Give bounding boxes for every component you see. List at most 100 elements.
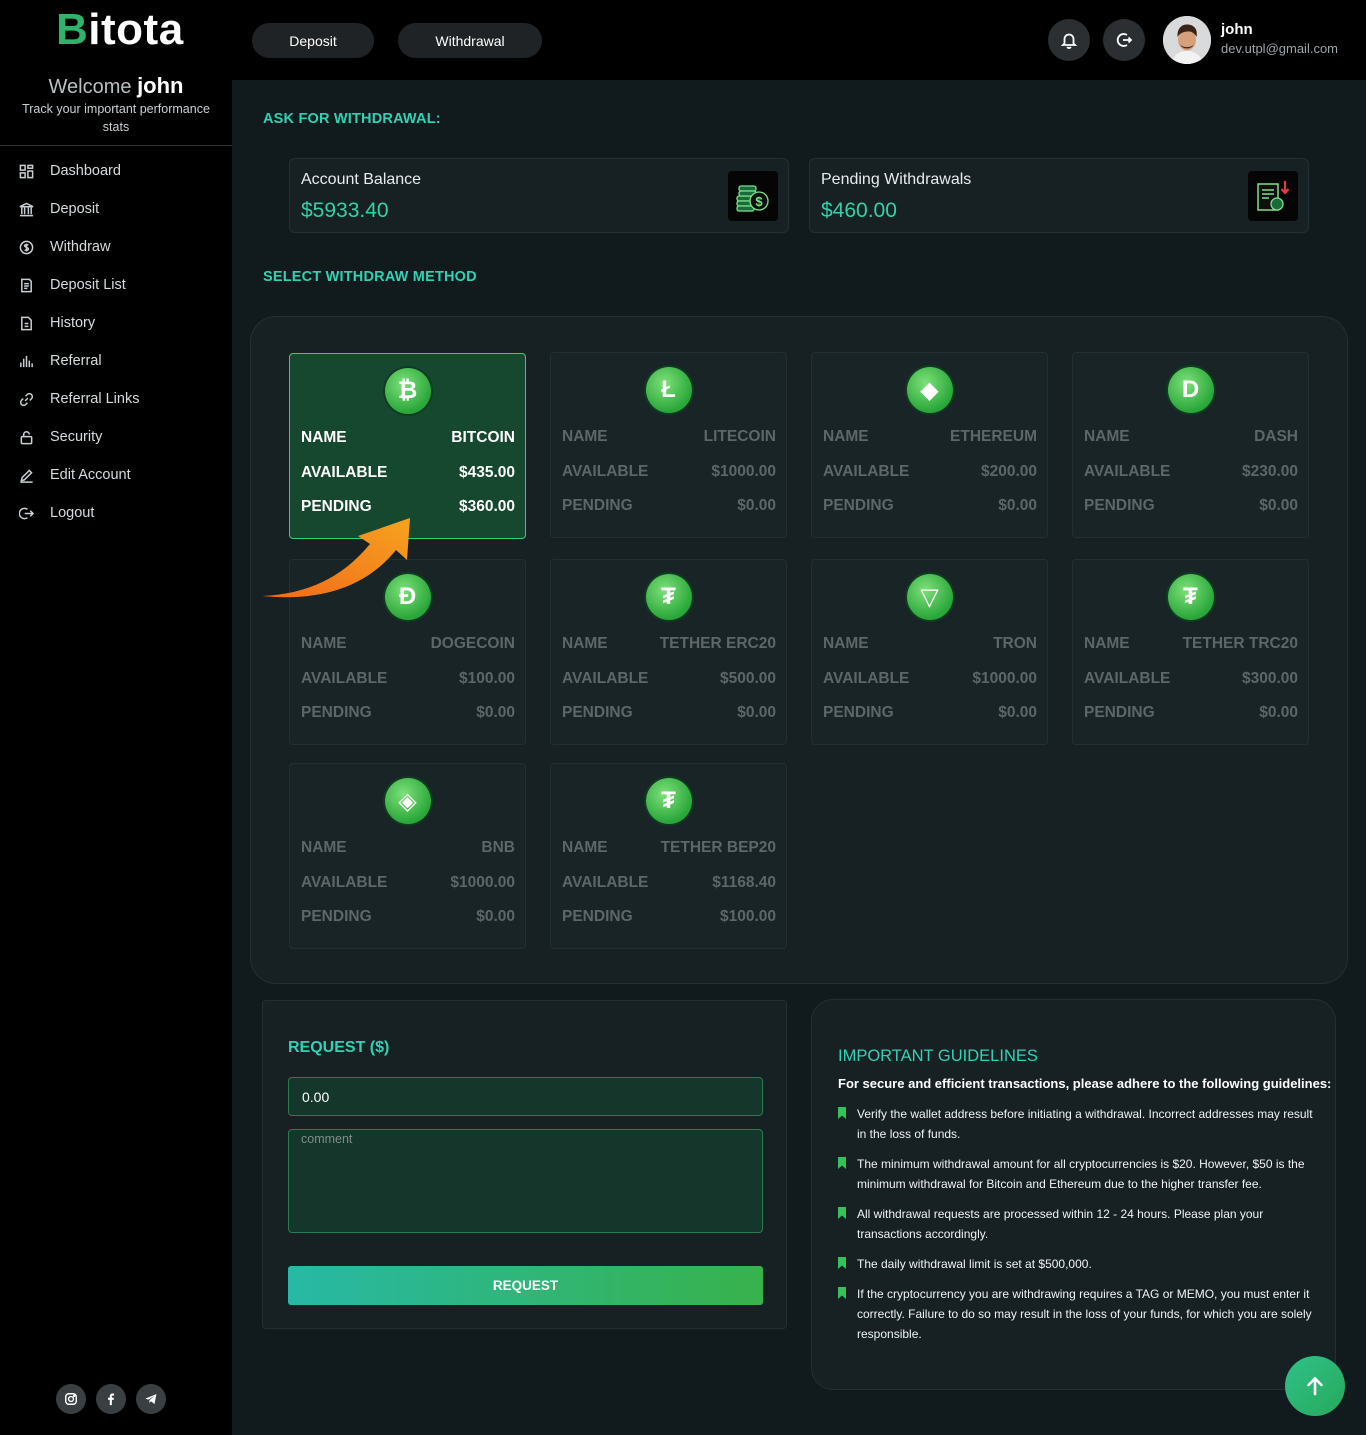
name-label: NAME	[823, 428, 869, 445]
name-label: NAME	[562, 839, 608, 856]
sidebar-item-label: Edit Account	[50, 467, 131, 483]
coin-available: $100.00	[458, 670, 515, 687]
coin-pending: $0.00	[476, 908, 515, 925]
coin-card-tether-erc20[interactable]: ₮ NAME TETHER ERC20 AVAILABLE $500.00 PEND…	[550, 559, 787, 745]
pending-receipt-icon	[1248, 171, 1298, 221]
coin-card-bnb[interactable]: ◈ NAME BNB AVAILABLE $1000.00 PENDING $0.00	[289, 763, 526, 949]
pending-label: PENDING	[301, 498, 372, 515]
sidebar-item-deposit[interactable]: Deposit	[0, 190, 232, 228]
logout-icon	[18, 505, 34, 521]
logout-icon	[1116, 33, 1133, 47]
notifications-button[interactable]	[1048, 19, 1090, 61]
sidebar-item-referral-links[interactable]: Referral Links	[0, 380, 232, 418]
guidelines-subtitle: For secure and efficient transactions, p…	[838, 1076, 1332, 1091]
top-bar: Deposit Withdrawal john dev.utpl@gmail.c…	[232, 0, 1366, 80]
tether-trc20-icon: ₮	[1167, 574, 1214, 620]
amount-input[interactable]: 0.00	[288, 1077, 763, 1116]
logout-button[interactable]	[1103, 19, 1145, 61]
request-button[interactable]: REQUEST	[288, 1266, 763, 1305]
ethereum-icon: ◆	[906, 367, 953, 413]
guidelines-title: IMPORTANT GUIDELINES	[838, 1047, 1038, 1065]
sidebar-item-label: History	[50, 315, 96, 331]
bell-icon	[1060, 33, 1078, 49]
available-label: AVAILABLE	[562, 670, 649, 687]
name-label: NAME	[301, 839, 347, 856]
bank-icon	[18, 201, 34, 217]
user-email: dev.utpl@gmail.com	[1221, 41, 1338, 56]
pending-withdrawals-value: $460.00	[821, 199, 897, 222]
deposit-button[interactable]: Deposit	[252, 23, 374, 58]
coin-pending: $100.00	[719, 908, 776, 925]
comment-textarea[interactable]: comment	[288, 1129, 763, 1233]
ask-withdrawal-title: ASK FOR WITHDRAWAL:	[263, 111, 441, 127]
guideline-text: All withdrawal requests are processed wi…	[857, 1207, 1264, 1241]
account-balance-value: $5933.40	[301, 199, 389, 222]
available-label: AVAILABLE	[823, 463, 910, 480]
facebook-icon[interactable]	[96, 1384, 126, 1414]
sidebar-item-label: Deposit	[50, 201, 100, 217]
sidebar-item-referral[interactable]: Referral	[0, 342, 232, 380]
coin-pending: $0.00	[998, 497, 1037, 514]
coin-pending: $0.00	[476, 704, 515, 721]
coin-name: DASH	[1254, 428, 1298, 445]
coin-pending: $0.00	[737, 704, 776, 721]
coin-name: TETHER BEP20	[660, 839, 776, 856]
coin-available: $1000.00	[711, 463, 776, 480]
sidebar-item-edit-account[interactable]: Edit Account	[0, 456, 232, 494]
lock-icon	[18, 429, 34, 445]
dollar-circle-icon	[18, 239, 34, 255]
arrow-up-icon	[1307, 1376, 1323, 1396]
coin-pending: $0.00	[998, 704, 1037, 721]
coin-name: DOGECOIN	[430, 635, 515, 652]
sidebar-item-withdraw[interactable]: Withdraw	[0, 228, 232, 266]
withdrawal-button[interactable]: Withdrawal	[398, 23, 542, 58]
available-label: AVAILABLE	[301, 464, 388, 481]
pointer-arrow-icon	[262, 518, 410, 598]
coin-card-ethereum[interactable]: ◆ NAME ETHEREUM AVAILABLE $200.00 PENDING $…	[811, 352, 1048, 538]
welcome-tagline: Track your important performance stats	[22, 102, 210, 134]
list-item: If the cryptocurrency you are withdrawin…	[838, 1284, 1316, 1344]
coin-pending: $0.00	[1259, 497, 1298, 514]
available-label: AVAILABLE	[823, 670, 910, 687]
coin-pending: $0.00	[1259, 704, 1298, 721]
telegram-icon[interactable]	[136, 1384, 166, 1414]
document-icon	[18, 315, 34, 331]
bitcoin-icon: ₿	[384, 368, 431, 414]
bookmark-icon	[838, 1107, 846, 1119]
coin-card-tether-bep20[interactable]: ₮ NAME TETHER BEP20 AVAILABLE $1168.40 PEN…	[550, 763, 787, 949]
available-label: AVAILABLE	[562, 463, 649, 480]
logo-text: itota	[88, 5, 184, 54]
instagram-icon[interactable]	[56, 1384, 86, 1414]
coin-available: $500.00	[719, 670, 776, 687]
sidebar-item-dashboard[interactable]: Dashboard	[0, 152, 232, 190]
tether-icon: ₮	[645, 574, 692, 620]
sidebar-item-history[interactable]: History	[0, 304, 232, 342]
cash-stack-icon: $	[728, 171, 778, 221]
coin-card-tether-trc20[interactable]: ₮ NAME TETHER TRC20 AVAILABLE $300.00 PEND…	[1072, 559, 1309, 745]
coin-name: TETHER ERC20	[659, 635, 776, 652]
brand-logo[interactable]: Bitota	[56, 5, 184, 54]
available-label: AVAILABLE	[301, 670, 388, 687]
name-label: NAME	[562, 635, 608, 652]
coin-card-bitcoin[interactable]: ₿ NAME BITCOIN AVAILABLE $435.00 PENDING $3…	[289, 353, 526, 539]
avatar[interactable]	[1163, 16, 1211, 64]
coin-name: BITCOIN	[451, 429, 515, 446]
guidelines-list: Verify the wallet address before initiat…	[838, 1104, 1316, 1354]
sidebar-item-security[interactable]: Security	[0, 418, 232, 456]
sidebar-item-logout[interactable]: Logout	[0, 494, 232, 532]
bar-chart-icon	[18, 353, 34, 369]
sidebar-item-deposit-list[interactable]: Deposit List	[0, 266, 232, 304]
pending-label: PENDING	[1084, 497, 1155, 514]
dash-icon: D	[1167, 367, 1214, 413]
name-label: NAME	[823, 635, 869, 652]
coin-pending: $0.00	[737, 497, 776, 514]
scroll-to-top-button[interactable]	[1285, 1356, 1345, 1416]
coin-card-dash[interactable]: D NAME DASH AVAILABLE $230.00 PENDING $0.00	[1072, 352, 1309, 538]
pending-label: PENDING	[823, 704, 894, 721]
welcome-message: Welcome john	[0, 73, 232, 99]
guideline-text: The minimum withdrawal amount for all cr…	[857, 1157, 1305, 1191]
coin-card-tron[interactable]: ▽ NAME TRON AVAILABLE $1000.00 PENDING $0.0…	[811, 559, 1048, 745]
coin-card-litecoin[interactable]: Ł NAME LITECOIN AVAILABLE $1000.00 PENDING…	[550, 352, 787, 538]
social-links	[56, 1384, 166, 1414]
coin-name: LITECOIN	[703, 428, 776, 445]
